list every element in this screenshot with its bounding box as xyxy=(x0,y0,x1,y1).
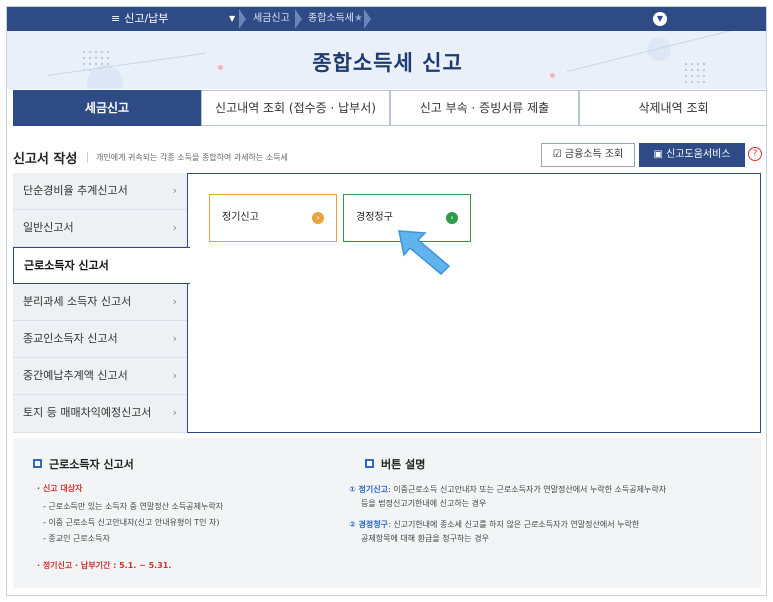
info-left-title: 근로소득자 신고서 xyxy=(49,458,134,471)
section-description: 개인에게 귀속되는 각종 소득을 종합하여 과세하는 소득세 xyxy=(87,152,288,163)
title-banner: 종합소득세 신고 xyxy=(7,31,766,89)
button-desc-2: ② 경정청구: 신고기한내에 종소세 신고를 하지 않은 근로소득자가 연말정산… xyxy=(349,518,639,531)
hamburger-icon: ≡ xyxy=(111,12,121,25)
menu-item-religious-income[interactable]: 종교인소득자 신고서 › xyxy=(13,321,189,358)
button-desc-1-cont: 등을 법정신고기한내에 신고하는 경우 xyxy=(361,499,487,508)
main-tabs: 세금신고 신고내역 조회 (접수증 · 납부서) 신고 부속 · 증빙서류 제출… xyxy=(13,90,766,126)
chevron-right-icon: › xyxy=(172,184,177,197)
report-help-service-label: 신고도움서비스 xyxy=(666,149,731,160)
breadcrumb-separator xyxy=(295,9,302,29)
bullet-square-icon xyxy=(33,459,42,468)
app-frame: ≡ 신고/납부 ▼ 세금신고 종합소득세 ★ ▼ 종합소득세 신고 세금신고 신고… xyxy=(6,6,767,596)
regular-report-card[interactable]: 정기신고 › xyxy=(209,194,337,242)
target-label: · 신고 대상자 xyxy=(37,484,83,493)
financial-income-lookup-label: 금융소득 조회 xyxy=(564,149,624,160)
correction-claim-label: 경정청구 xyxy=(356,212,393,223)
button-desc-1-text: : 이중근로소득 신고안내자 또는 근로소득자가 연말정산에서 누락한 소득공제… xyxy=(388,485,667,494)
tab-attachment-submit[interactable]: 신고 부속 · 증빙서류 제출 xyxy=(390,90,579,126)
button-desc-2-text: : 신고기한내에 종소세 신고를 하지 않은 근로소득자가 연말정산에서 누락한 xyxy=(388,520,640,529)
chevron-right-icon: › xyxy=(172,332,177,345)
checklist-icon: ☑ xyxy=(552,149,562,160)
menu-item-separate-taxation[interactable]: 분리과세 소득자 신고서 › xyxy=(13,284,189,321)
chevron-right-icon: › xyxy=(172,406,177,419)
tab-deleted-history[interactable]: 삭제내역 조회 xyxy=(579,90,766,126)
chevron-right-icon: › xyxy=(172,221,177,234)
menu-item-interim-prepayment[interactable]: 중간예납추계액 신고서 › xyxy=(13,358,189,395)
menu-item-label: 분리과세 소득자 신고서 xyxy=(23,295,132,308)
breadcrumb-separator xyxy=(364,9,371,29)
menu-item-label: 단순경비율 추계신고서 xyxy=(23,184,128,197)
chevron-right-icon: › xyxy=(172,369,177,382)
menu-item-simple-expense[interactable]: 단순경비율 추계신고서 › xyxy=(13,173,189,210)
regular-report-label: 정기신고 xyxy=(222,212,259,223)
menu-item-earned-income[interactable]: 근로소득자 신고서 xyxy=(13,247,190,284)
period-value: 5.1. ~ 5.31. xyxy=(119,561,172,570)
info-panel: 근로소득자 신고서 · 신고 대상자 - 근로소득만 있는 소득자 중 연말정산… xyxy=(13,438,761,588)
form-content-panel: 정기신고 › 경정청구 › xyxy=(187,173,761,433)
top-nav-bar: ≡ 신고/납부 ▼ 세금신고 종합소득세 ★ ▼ xyxy=(7,7,766,31)
section-title: 신고서 작성 xyxy=(13,152,78,167)
info-right-title: 버튼 설명 xyxy=(381,458,426,471)
menu-item-label: 일반신고서 xyxy=(23,221,74,234)
menu-item-label: 종교인소득자 신고서 xyxy=(23,332,118,345)
page-title: 종합소득세 신고 xyxy=(312,51,463,75)
caret-down-icon[interactable]: ▼ xyxy=(229,7,235,31)
book-icon: ▣ xyxy=(653,149,663,160)
chevron-right-icon: › xyxy=(172,295,177,308)
pointer-arrow-icon xyxy=(398,230,451,276)
menu-item-label: 근로소득자 신고서 xyxy=(24,259,109,272)
arrow-right-icon: › xyxy=(312,212,324,224)
tab-tax-report[interactable]: 세금신고 xyxy=(13,90,201,126)
breadcrumb-separator xyxy=(239,9,246,29)
menu-label: 신고/납부 xyxy=(124,12,169,25)
arrow-right-icon: › xyxy=(446,212,458,224)
breadcrumb-item-1[interactable]: 세금신고 xyxy=(253,7,290,31)
target-item: - 이중 근로소득 신고안내자(신고 안내유형이 T인 자) xyxy=(43,518,220,527)
menu-button[interactable]: ≡ 신고/납부 xyxy=(111,7,168,31)
report-form-menu: 단순경비율 추계신고서 › 일반신고서 › 근로소득자 신고서 분리과세 소득자 신… xyxy=(13,173,190,433)
menu-item-label: 중간예납추계액 신고서 xyxy=(23,369,128,382)
button-desc-2-head: ② 경정청구 xyxy=(349,520,388,529)
report-help-service-button[interactable]: ▣ 신고도움서비스 xyxy=(639,143,745,167)
target-item: - 종교인 근로소득자 xyxy=(43,534,110,543)
menu-item-label: 토지 등 매매차익예정신고서 xyxy=(23,406,152,419)
help-question-icon[interactable]: ? xyxy=(748,147,762,161)
button-desc-1-head: ① 정기신고 xyxy=(349,485,388,494)
breadcrumb-item-2[interactable]: 종합소득세 xyxy=(308,7,354,31)
financial-income-lookup-button[interactable]: ☑ 금융소득 조회 xyxy=(541,143,635,167)
button-desc-1: ① 정기신고: 이중근로소득 신고안내자 또는 근로소득자가 연말정산에서 누락… xyxy=(349,483,666,496)
bullet-square-icon xyxy=(365,459,374,468)
tab-report-history[interactable]: 신고내역 조회 (접수증 · 납부서) xyxy=(201,90,390,126)
star-icon[interactable]: ★ xyxy=(354,7,363,31)
target-item: - 근로소득만 있는 소득자 중 연말정산 소득공제누락자 xyxy=(43,502,224,511)
chevron-down-icon[interactable]: ▼ xyxy=(653,12,667,26)
button-desc-2-cont: 공제항목에 대해 환급을 청구하는 경우 xyxy=(361,534,489,543)
menu-item-land-trading[interactable]: 토지 등 매매차익예정신고서 › xyxy=(13,395,189,433)
period-label: · 정기신고 · 납부기간 : xyxy=(37,561,117,570)
menu-item-general[interactable]: 일반신고서 › xyxy=(13,210,189,247)
